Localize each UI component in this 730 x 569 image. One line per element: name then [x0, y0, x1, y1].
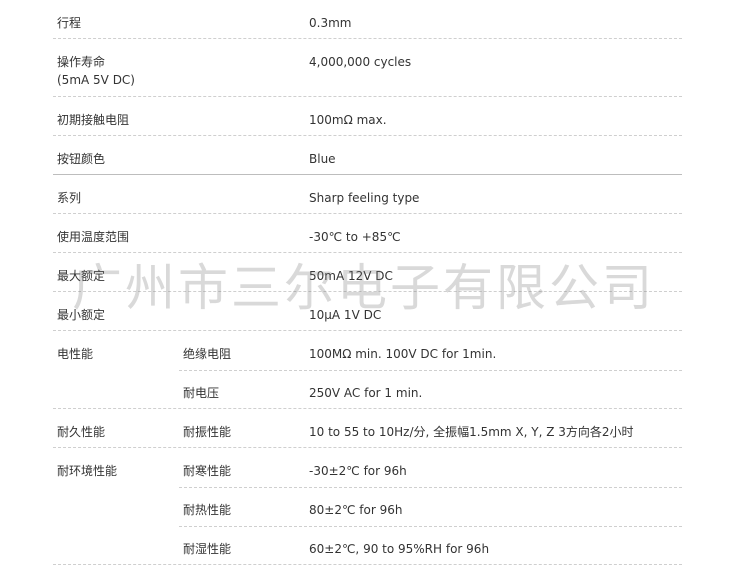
spec-sublabel: 耐湿性能 [183, 542, 232, 556]
spec-label: 行程 [57, 16, 82, 30]
spec-value: 60±2℃, 90 to 95%RH for 96h [309, 542, 490, 556]
spec-row-withstand-voltage: 耐电压 250V AC for 1 min. [53, 370, 682, 409]
spec-label: 电性能 [57, 347, 94, 361]
spec-label: 按钮颜色 [57, 152, 106, 166]
spec-label-line2: (5mA 5V DC) [57, 73, 135, 87]
spec-row-min-rating: 最小额定 10μA 1V DC [53, 292, 682, 331]
spec-label: 系列 [57, 191, 82, 205]
spec-row-max-rating: 最大额定 50mA 12V DC [53, 253, 682, 292]
spec-row-contact-resistance: 初期接触电阻 100mΩ max. [53, 97, 682, 136]
spec-value: 100mΩ max. [309, 113, 387, 127]
spec-sublabel: 耐电压 [183, 386, 220, 400]
spec-label: 耐久性能 [57, 425, 106, 439]
spec-value: Blue [309, 152, 336, 166]
spec-value: 4,000,000 cycles [309, 55, 412, 69]
spec-value: -30℃ to +85℃ [309, 230, 401, 244]
spec-row-insulation-resistance: 电性能 绝缘电阻 100MΩ min. 100V DC for 1min. [53, 331, 682, 371]
spec-row-operating-life: 操作寿命 (5mA 5V DC) 4,000,000 cycles [53, 39, 682, 97]
spec-value: 100MΩ min. 100V DC for 1min. [309, 347, 497, 361]
spec-row-humidity-resistance: 耐湿性能 60±2℃, 90 to 95%RH for 96h [53, 526, 682, 565]
spec-value: 250V AC for 1 min. [309, 386, 423, 400]
spec-sublabel: 耐振性能 [183, 425, 232, 439]
spec-sublabel: 耐寒性能 [183, 464, 232, 478]
spec-value: 10 to 55 to 10Hz/分, 全振幅1.5mm X, Y, Z 3方向… [309, 425, 634, 439]
spec-row-vibration: 耐久性能 耐振性能 10 to 55 to 10Hz/分, 全振幅1.5mm X… [53, 409, 682, 448]
spec-value: -30±2℃ for 96h [309, 464, 407, 478]
spec-value: 10μA 1V DC [309, 308, 382, 322]
spec-row-button-color: 按钮颜色 Blue [53, 136, 682, 175]
spec-row-stroke: 行程 0.3mm [53, 0, 682, 39]
spec-label: 耐环境性能 [57, 464, 118, 478]
spec-label: 最小额定 [57, 308, 106, 322]
spec-value: Sharp feeling type [309, 191, 420, 205]
spec-label: 使用温度范围 [57, 230, 130, 244]
spec-label: 操作寿命 (5mA 5V DC) [57, 53, 135, 89]
spec-value: 0.3mm [309, 16, 352, 30]
spec-label: 初期接触电阻 [57, 113, 130, 127]
spec-row-series: 系列 Sharp feeling type [53, 175, 682, 214]
spec-value: 80±2℃ for 96h [309, 503, 403, 517]
spec-label: 最大额定 [57, 269, 106, 283]
spec-table: 行程 0.3mm 操作寿命 (5mA 5V DC) 4,000,000 cycl… [53, 0, 682, 565]
spec-value: 50mA 12V DC [309, 269, 393, 283]
spec-sublabel: 绝缘电阻 [183, 347, 232, 361]
spec-sublabel: 耐热性能 [183, 503, 232, 517]
spec-label-line1: 操作寿命 [57, 55, 106, 69]
spec-row-cold-resistance: 耐环境性能 耐寒性能 -30±2℃ for 96h [53, 448, 682, 488]
spec-row-heat-resistance: 耐热性能 80±2℃ for 96h [53, 487, 682, 527]
spec-row-temperature-range: 使用温度范围 -30℃ to +85℃ [53, 214, 682, 253]
